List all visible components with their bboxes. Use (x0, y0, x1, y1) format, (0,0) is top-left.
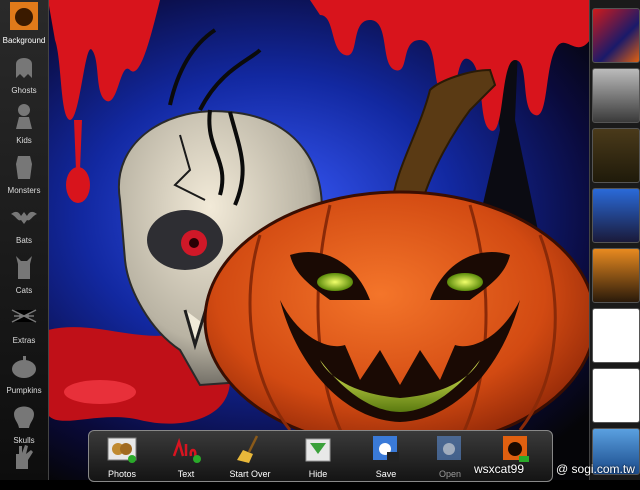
save-icon (373, 436, 399, 462)
share-icon (503, 436, 529, 462)
hide-button[interactable]: Hide (287, 431, 349, 481)
sidebar-item-label: Pumpkins (6, 386, 42, 395)
hand-icon (16, 445, 33, 469)
cat-icon (16, 256, 32, 279)
skull-icon (14, 406, 34, 428)
graveyard-thumb[interactable] (592, 68, 640, 123)
halloween-canvas[interactable] (0, 0, 640, 480)
blank-white-thumb-2[interactable] (592, 368, 640, 423)
photos-icon (107, 437, 137, 463)
sidebar-item-monsters[interactable]: Monsters (0, 150, 48, 200)
sidebar-item-pumpkins[interactable]: Pumpkins (0, 350, 48, 400)
monster-icon (16, 156, 32, 179)
background-thumbnail-strip (589, 0, 640, 480)
broom-icon (237, 435, 259, 463)
save-button[interactable]: Save (355, 431, 417, 481)
save-label: Save (375, 469, 397, 479)
kid-icon (16, 104, 32, 129)
blank-white-thumb[interactable] (592, 308, 640, 363)
sidebar-item-label: Cats (15, 286, 33, 295)
sidebar-item-label: Ghosts (11, 86, 37, 95)
blood-drop (66, 167, 90, 203)
hide-label: Hide (308, 469, 328, 479)
category-sidebar: Background Ghosts Kids Monsters Bats Cat… (0, 0, 49, 480)
start-over-button[interactable]: Start Over (219, 431, 281, 481)
skull-pumpkin-thumb[interactable] (592, 8, 640, 63)
open-button[interactable]: Open (419, 431, 481, 481)
pumpkin-icon (10, 2, 38, 30)
sidebar-item-label: Kids (16, 136, 32, 145)
photos-button[interactable]: Photos (91, 431, 153, 481)
watermark-site: @ sogi.com.tw (556, 462, 635, 476)
photos-label: Photos (107, 469, 137, 479)
sidebar-item-label: Extras (12, 336, 36, 345)
sidebar-item-kids[interactable]: Kids (0, 100, 48, 150)
sidebar-item-label: Monsters (7, 186, 41, 195)
ghost-icon (16, 58, 32, 78)
start-over-label: Start Over (229, 469, 271, 479)
sidebar-item-background[interactable]: Background (0, 0, 48, 50)
watermark-user: wsxcat99 (474, 462, 525, 476)
pumpkin-icon (12, 356, 36, 378)
sidebar-item-extras[interactable]: Extras (0, 300, 48, 350)
sidebar-item-label: Bats (15, 236, 32, 245)
haunted-room-thumb[interactable] (592, 128, 640, 183)
bat-icon (11, 211, 37, 224)
sidebar-item-hands[interactable] (0, 440, 48, 490)
pumpkin-scarecrow-thumb[interactable] (592, 248, 640, 303)
sidebar-item-cats[interactable]: Cats (0, 250, 48, 300)
open-label: Open (438, 469, 462, 479)
text-button[interactable]: Text (155, 431, 217, 481)
sidebar-item-bats[interactable]: Bats (0, 200, 48, 250)
spider-icon (11, 309, 37, 323)
hide-down-arrow-icon (305, 438, 331, 462)
sidebar-item-label: Background (2, 36, 46, 45)
text-label: Text (177, 469, 195, 479)
open-icon (437, 436, 461, 460)
cartoon-characters-thumb[interactable] (592, 188, 640, 243)
text-icon (172, 437, 201, 463)
sidebar-item-ghosts[interactable]: Ghosts (0, 50, 48, 100)
